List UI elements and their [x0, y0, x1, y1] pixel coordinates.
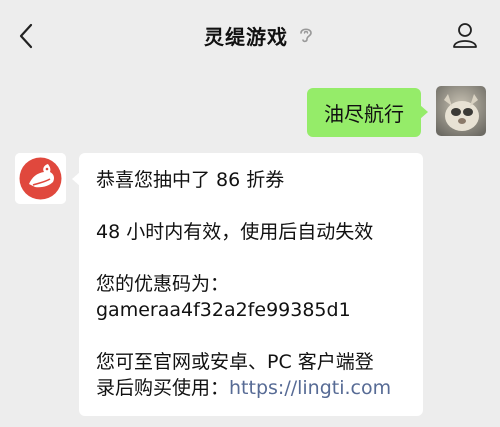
outgoing-message-bubble[interactable]: 油尽航行	[307, 88, 428, 137]
bot-avatar[interactable]	[15, 153, 66, 204]
coupon-code: gameraa4f32a2fe99385d1	[96, 299, 351, 321]
chevron-left-icon	[19, 23, 33, 49]
chat-screen: 灵缇游戏 油尽航行 恭喜您抽中了 86 折券 48 小时内有效，使用后自动失效 …	[0, 0, 500, 427]
user-avatar-photo	[436, 86, 486, 136]
person-icon	[453, 23, 477, 48]
message-line: 48 小时内有效，使用后自动失效	[96, 221, 374, 243]
chat-info-button[interactable]	[450, 20, 480, 50]
message-line: 恭喜您抽中了 86 折券	[96, 169, 285, 191]
message-line: 您可至官网或安卓、PC 客户端登	[96, 351, 374, 373]
user-avatar[interactable]	[436, 86, 486, 136]
message-line-prefix: 录后购买使用：	[96, 377, 230, 399]
incoming-message-bubble[interactable]: 恭喜您抽中了 86 折券 48 小时内有效，使用后自动失效 您的优惠码为： ga…	[72, 153, 423, 416]
ear-icon	[298, 25, 314, 45]
back-button[interactable]	[12, 20, 40, 52]
chat-title: 灵缇游戏	[204, 24, 288, 49]
message-line-with-link: 录后购买使用：https://lingti.com	[96, 375, 409, 401]
chat-header: 灵缇游戏	[0, 0, 500, 70]
website-link[interactable]: https://lingti.com	[229, 377, 391, 399]
outgoing-message-text: 油尽航行	[324, 102, 404, 126]
lingti-logo-icon	[15, 153, 66, 204]
message-line: 您的优惠码为：	[96, 273, 230, 295]
title-wrap: 灵缇游戏	[0, 0, 500, 70]
